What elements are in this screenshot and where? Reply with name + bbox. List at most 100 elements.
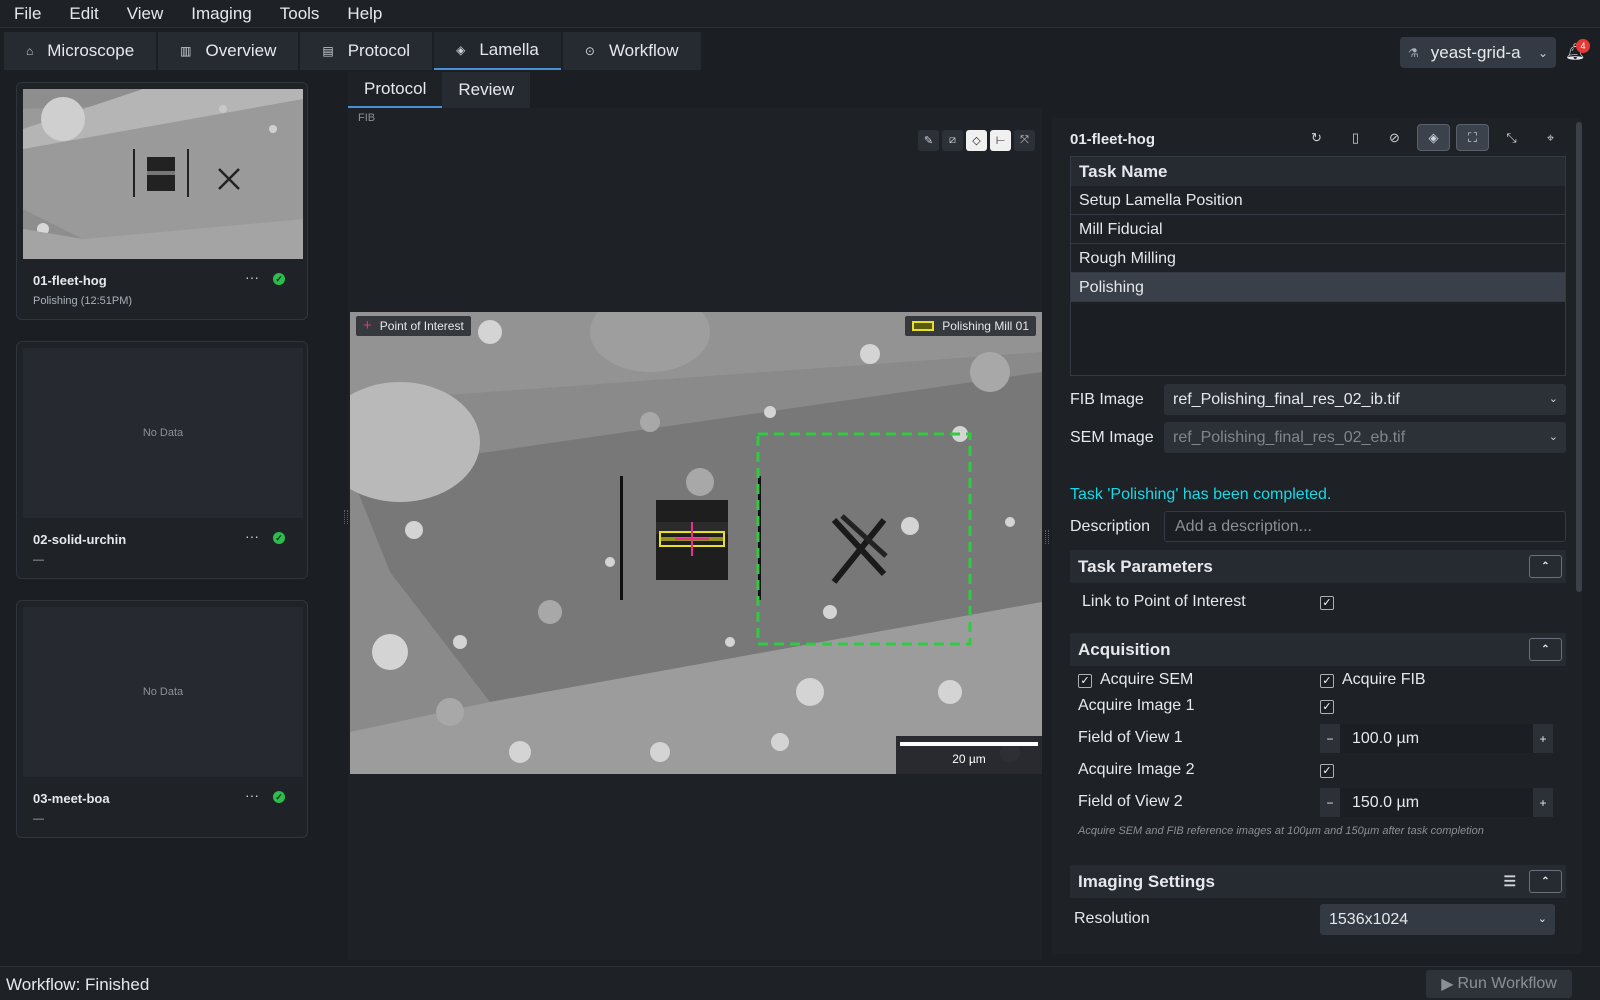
task-row-selected[interactable]: Polishing bbox=[1071, 273, 1565, 302]
menu-view[interactable]: View bbox=[113, 4, 178, 24]
menu-edit[interactable]: Edit bbox=[55, 4, 112, 24]
chevron-up-icon[interactable]: ⌃ bbox=[1529, 870, 1562, 893]
minus-icon[interactable]: − bbox=[1320, 796, 1340, 810]
menu-help[interactable]: Help bbox=[333, 4, 396, 24]
sliders-icon[interactable]: ☰ bbox=[1503, 865, 1516, 898]
run-workflow-button[interactable]: ▶︎ Run Workflow bbox=[1426, 970, 1572, 998]
tab-workflow[interactable]: ⊙ Workflow bbox=[562, 32, 701, 70]
acquire-image2-checkbox[interactable]: ✓ bbox=[1320, 764, 1334, 778]
task-parameters-header[interactable]: Task Parameters ⌃ bbox=[1070, 550, 1566, 583]
fib-image-value: ref_Polishing_final_res_02_ib.tif bbox=[1173, 391, 1400, 408]
tab-lamella[interactable]: ◈ Lamella bbox=[434, 32, 561, 70]
more-icon[interactable]: ··· bbox=[245, 269, 259, 285]
resolution-value: 1536x1024 bbox=[1329, 911, 1409, 928]
lamella-thumbnail bbox=[23, 89, 303, 259]
scale-bar: 20 µm bbox=[896, 736, 1042, 774]
tab-overview[interactable]: ▥ Overview bbox=[158, 32, 299, 70]
chevron-up-icon[interactable]: ⌃ bbox=[1529, 555, 1562, 578]
play-icon: ▶︎ bbox=[1441, 976, 1454, 993]
file-icon[interactable]: ▯ bbox=[1339, 124, 1372, 151]
image-viewer: FIB ✎ ⧄ ◇ ⊢ ⤧ + Point of Interest Polish… bbox=[348, 108, 1042, 960]
task-table-header: Task Name bbox=[1071, 157, 1565, 186]
menu-tools[interactable]: Tools bbox=[266, 4, 334, 24]
lamella-thumbnail-placeholder: No Data bbox=[23, 607, 303, 777]
acquire-image1-checkbox[interactable]: ✓ bbox=[1320, 700, 1334, 714]
task-row[interactable]: Mill Fiducial bbox=[1071, 215, 1565, 244]
acquire-fib-checkbox[interactable]: ✓ bbox=[1320, 674, 1334, 688]
menu-imaging[interactable]: Imaging bbox=[177, 4, 265, 24]
tab-label: Protocol bbox=[347, 41, 411, 60]
link-poi-checkbox[interactable]: ✓ bbox=[1320, 596, 1334, 610]
fov1-spinbox[interactable]: − 100.0 µm + bbox=[1320, 724, 1553, 753]
completion-message: Task 'Polishing' has been completed. bbox=[1070, 486, 1332, 503]
tab-microscope[interactable]: ⌂ Microscope bbox=[4, 32, 157, 70]
section-title: Task Parameters bbox=[1078, 557, 1213, 576]
lamella-name: 03-meet-boa bbox=[33, 791, 110, 806]
chevron-up-icon[interactable]: ⌃ bbox=[1529, 638, 1562, 661]
menu-file[interactable]: File bbox=[0, 4, 55, 24]
plus-icon[interactable]: + bbox=[1533, 796, 1553, 810]
ruler-icon[interactable]: ⊢ bbox=[990, 130, 1011, 151]
panel-toolbar: ↻ ▯ ⊘ ◈ ⛶ ⤡ ⌖ bbox=[1300, 124, 1567, 151]
tab-review[interactable]: Review bbox=[442, 72, 531, 108]
chevron-down-icon: ⌄ bbox=[1537, 913, 1547, 925]
more-icon[interactable]: ··· bbox=[245, 787, 259, 803]
mill-swatch-icon bbox=[912, 321, 935, 331]
check-icon: ✓ bbox=[273, 791, 285, 803]
pencil-icon[interactable]: ✎ bbox=[918, 130, 939, 151]
more-icon[interactable]: ··· bbox=[245, 528, 259, 544]
task-row[interactable]: Rough Milling bbox=[1071, 244, 1565, 273]
collapse-icon[interactable]: ⤡ bbox=[1495, 124, 1528, 151]
lamella-status: — bbox=[33, 813, 44, 825]
chevron-down-icon: ⌄ bbox=[1548, 431, 1558, 443]
fib-image[interactable]: + Point of Interest Polishing Mill 01 20… bbox=[350, 312, 1042, 774]
lamella-card[interactable]: No Data 02-solid-urchin — ··· ✓ bbox=[16, 341, 308, 579]
tab-label: Lamella bbox=[479, 40, 539, 59]
check-icon: ✓ bbox=[273, 532, 285, 544]
minus-icon[interactable]: − bbox=[1320, 732, 1340, 746]
target-icon[interactable]: ⌖ bbox=[1534, 124, 1567, 151]
plus-icon[interactable]: + bbox=[1533, 732, 1553, 746]
crosshair-icon: + bbox=[363, 317, 372, 334]
legend-mill-label: Polishing Mill 01 bbox=[942, 319, 1029, 333]
description-input[interactable]: Add a description... bbox=[1164, 511, 1566, 542]
task-row[interactable]: Setup Lamella Position bbox=[1071, 186, 1565, 215]
tab-protocol[interactable]: ▤ Protocol bbox=[300, 32, 433, 70]
sub-tabs: Protocol Review bbox=[348, 72, 531, 108]
fib-image-label: FIB Image bbox=[1070, 391, 1144, 408]
map-icon: ▥ bbox=[180, 44, 192, 58]
sem-image-select[interactable]: ref_Polishing_final_res_02_eb.tif ⌄ bbox=[1164, 422, 1566, 453]
fit-icon[interactable]: ⤧ bbox=[1014, 130, 1035, 151]
layers-icon[interactable]: ◈ bbox=[1417, 124, 1450, 151]
fov1-value[interactable]: 100.0 µm bbox=[1340, 724, 1533, 753]
lamella-card[interactable]: No Data 03-meet-boa — ··· ✓ bbox=[16, 600, 308, 838]
resolution-select[interactable]: 1536x1024 ⌄ bbox=[1320, 904, 1555, 935]
acquire-image1-label: Acquire Image 1 bbox=[1078, 697, 1195, 714]
lamella-status: Polishing (12:51PM) bbox=[33, 295, 133, 307]
acquisition-header[interactable]: Acquisition ⌃ bbox=[1070, 633, 1566, 666]
link-poi-label: Link to Point of Interest bbox=[1082, 593, 1246, 610]
lamella-card[interactable]: 01-fleet-hog Polishing (12:51PM) ··· ✓ bbox=[16, 82, 308, 320]
edit-box-icon[interactable]: ⧄ bbox=[942, 130, 963, 151]
tab-protocol-sub[interactable]: Protocol bbox=[348, 72, 443, 108]
project-select[interactable]: ⚗ yeast-grid-a ⌄ bbox=[1400, 37, 1556, 68]
tab-label: Microscope bbox=[47, 41, 135, 60]
splitter-handle[interactable] bbox=[1045, 530, 1049, 544]
lamella-name: 01-fleet-hog bbox=[33, 273, 107, 288]
acquire-sem-checkbox[interactable]: ✓ bbox=[1078, 674, 1092, 688]
imaging-settings-header[interactable]: Imaging Settings ☰ ⌃ bbox=[1070, 865, 1566, 898]
eye-off-icon[interactable]: ⊘ bbox=[1378, 124, 1411, 151]
menu-bar: File Edit View Imaging Tools Help bbox=[0, 0, 1600, 28]
fullscreen-icon[interactable]: ⛶ bbox=[1456, 124, 1489, 151]
fib-image-select[interactable]: ref_Polishing_final_res_02_ib.tif ⌄ bbox=[1164, 384, 1566, 415]
refresh-icon[interactable]: ↻ bbox=[1300, 124, 1333, 151]
shape-icon[interactable]: ◇ bbox=[966, 130, 987, 151]
acquire-fib-label: Acquire FIB bbox=[1342, 671, 1426, 688]
lamella-name: 02-solid-urchin bbox=[33, 532, 127, 547]
fov2-spinbox[interactable]: − 150.0 µm + bbox=[1320, 788, 1553, 817]
fov2-value[interactable]: 150.0 µm bbox=[1340, 788, 1533, 817]
chevron-down-icon: ⌄ bbox=[1548, 393, 1558, 405]
sem-image-label: SEM Image bbox=[1070, 429, 1154, 446]
panel-scrollbar[interactable] bbox=[1576, 122, 1582, 592]
legend-poi: + Point of Interest bbox=[356, 316, 471, 336]
